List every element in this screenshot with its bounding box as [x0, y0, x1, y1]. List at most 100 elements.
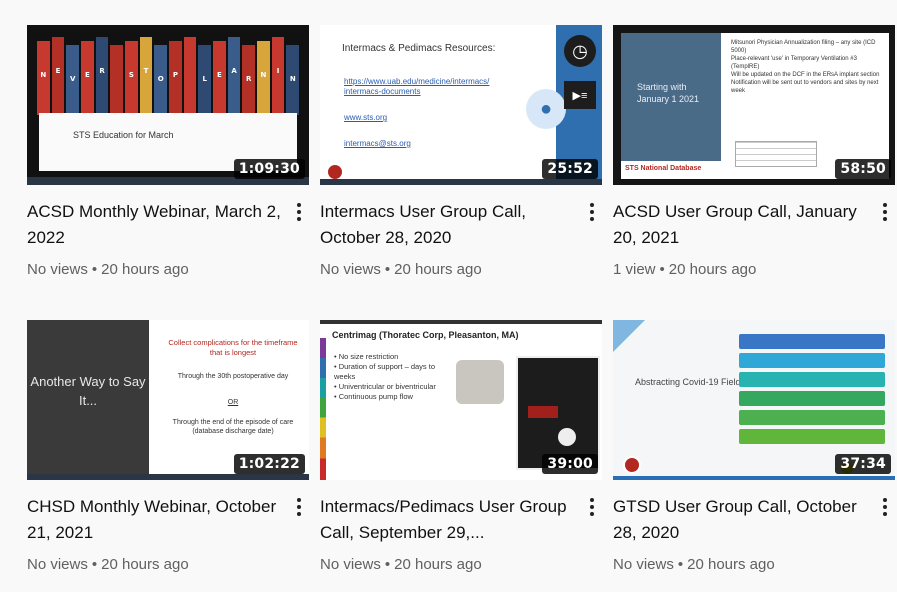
video-thumbnail[interactable]: Another Way to Say It... Collect complic… — [27, 320, 309, 480]
video-title[interactable]: Intermacs/Pedimacs User Group Call, Sept… — [320, 494, 578, 546]
view-count: No views — [613, 556, 674, 573]
video-title[interactable]: Intermacs User Group Call, October 28, 2… — [320, 199, 578, 251]
corner-decoration — [613, 320, 645, 352]
spine-letter: R — [246, 75, 252, 83]
upload-age: 20 hours ago — [101, 556, 189, 573]
photo-detail — [558, 428, 576, 446]
meta-separator: • — [384, 261, 391, 278]
meta-separator: • — [384, 556, 391, 573]
video-card[interactable]: Centrimag (Thoratec Corp, Pleasanton, MA… — [320, 320, 602, 573]
spine-letter: R — [99, 67, 105, 75]
more-options-icon[interactable] — [877, 199, 893, 225]
view-count: 1 view — [613, 261, 656, 278]
video-title[interactable]: GTSD User Group Call, October 28, 2020 — [613, 494, 871, 546]
sts-brand-text: STS National Database — [625, 165, 702, 172]
video-meta: No views • 20 hours ago — [27, 261, 309, 278]
meta-separator: • — [659, 261, 665, 278]
more-options-icon[interactable] — [584, 199, 600, 225]
video-title[interactable]: CHSD Monthly Webinar, October 21, 2021 — [27, 494, 285, 546]
book-spine: R — [242, 45, 256, 115]
book-spine: O — [154, 45, 168, 115]
slide-heading: Centrimag (Thoratec Corp, Pleasanton, MA… — [332, 330, 519, 340]
slide-text: OR — [227, 399, 239, 406]
book-spine: N — [257, 41, 270, 115]
spine-letter: E — [55, 67, 61, 75]
slide-left-panel: Starting with January 1 2021 — [621, 33, 721, 161]
slide-text: Abstracting Covid-19 Fields — [635, 377, 746, 387]
book-spine: R — [95, 37, 109, 115]
upload-age: 20 hours ago — [394, 556, 482, 573]
video-meta: No views • 20 hours ago — [27, 556, 309, 573]
sts-logo — [623, 456, 641, 474]
duration-badge: 1:09:30 — [233, 159, 305, 179]
book-spine: P — [169, 41, 182, 115]
slide-bar — [739, 372, 885, 387]
more-options-icon[interactable] — [877, 494, 893, 520]
video-thumbnail[interactable]: NEVERSTOPLEARNIN STS Education for March… — [27, 25, 309, 185]
video-meta: No views • 20 hours ago — [613, 556, 895, 573]
view-count: No views — [27, 556, 88, 573]
book-spine: E — [213, 41, 226, 115]
video-card[interactable]: Another Way to Say It... Collect complic… — [27, 320, 309, 573]
video-card[interactable]: NEVERSTOPLEARNIN STS Education for March… — [27, 25, 309, 278]
video-title[interactable]: ACSD Monthly Webinar, March 2, 2022 — [27, 199, 285, 251]
video-thumbnail[interactable]: Abstracting Covid-19 Fields 37:34 — [613, 320, 895, 480]
more-options-icon[interactable] — [584, 494, 600, 520]
photo-detail — [528, 406, 558, 418]
more-options-icon[interactable] — [291, 199, 307, 225]
slide-heading: Intermacs & Pedimacs Resources: — [342, 43, 496, 54]
book-spine: T — [139, 37, 153, 115]
book-spine: N — [37, 41, 50, 115]
spine-letter: A — [231, 67, 237, 75]
spine-letter: S — [128, 71, 134, 79]
video-card[interactable]: Intermacs & Pedimacs Resources: https://… — [320, 25, 602, 278]
slide-bullets: Mitsunori Physician Annualization filing… — [731, 39, 881, 95]
book-spine: A — [227, 37, 241, 115]
video-thumbnail[interactable]: Centrimag (Thoratec Corp, Pleasanton, MA… — [320, 320, 602, 480]
slide-bullet-text: Univentricular or biventricular — [338, 382, 436, 391]
upload-age: 20 hours ago — [101, 261, 189, 278]
video-thumbnail[interactable]: Starting with January 1 2021 Mitsunori P… — [613, 25, 895, 185]
device-image — [456, 360, 504, 404]
video-meta: No views • 20 hours ago — [320, 261, 602, 278]
spine-letter: N — [40, 71, 47, 79]
slide-bar — [739, 353, 885, 368]
video-meta: No views • 20 hours ago — [320, 556, 602, 573]
add-to-queue-icon[interactable]: ▶≡ — [564, 81, 596, 109]
slide-bullet: Mitsunori Physician Annualization filing… — [731, 40, 876, 54]
more-options-icon[interactable] — [291, 494, 307, 520]
upload-age: 20 hours ago — [394, 261, 482, 278]
upload-age: 20 hours ago — [687, 556, 775, 573]
slide-bullet: Place-relevant 'use' in Temporary Ventil… — [731, 56, 857, 70]
duration-badge: 39:00 — [542, 454, 598, 474]
video-card[interactable]: Starting with January 1 2021 Mitsunori P… — [613, 25, 895, 278]
upload-age: 20 hours ago — [668, 261, 757, 278]
video-title[interactable]: ACSD User Group Call, January 20, 2021 — [613, 199, 871, 251]
slide-bullet: • Univentricular or biventricular — [334, 382, 436, 391]
duration-badge: 25:52 — [542, 159, 598, 179]
spine-letter: N — [289, 75, 296, 83]
slide-bullet-text: Continuous pump flow — [338, 392, 413, 401]
slide-text: Through the end of the episode of care (… — [172, 419, 294, 435]
watch-later-icon[interactable]: ◷ — [564, 35, 596, 67]
spine-letter: P — [172, 71, 178, 79]
slide-bullet: Will be updated on the DCF in the ERsA i… — [731, 72, 880, 78]
slide-bar — [739, 334, 885, 349]
slide-bar — [739, 410, 885, 425]
slide-table — [735, 141, 817, 167]
book-spine — [110, 45, 124, 115]
spine-letter: L — [202, 75, 207, 83]
duration-badge: 1:02:22 — [233, 454, 305, 474]
video-card[interactable]: Abstracting Covid-19 Fields 37:34 GTSD U… — [613, 320, 895, 573]
video-thumbnail[interactable]: Intermacs & Pedimacs Resources: https://… — [320, 25, 602, 185]
slide-bullet: • Duration of support – days to weeks — [334, 362, 436, 381]
taskbar-strip — [320, 179, 602, 185]
slide-top-bar — [320, 320, 602, 324]
slide-text: Through the 30th postoperative day — [177, 373, 289, 380]
slide-text: STS Education for March — [73, 130, 174, 140]
slide-bar — [739, 391, 885, 406]
book-spine — [183, 37, 197, 115]
view-count: No views — [320, 556, 381, 573]
book-spine: L — [198, 45, 212, 115]
slide-text: Starting with January 1 2021 — [637, 82, 700, 104]
